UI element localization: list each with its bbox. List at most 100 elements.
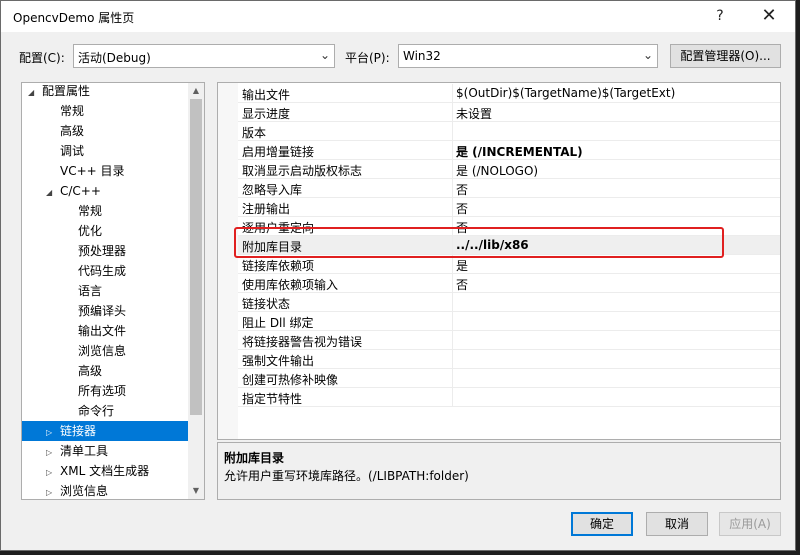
column-divider [452,312,453,331]
collapse-arrow-icon[interactable]: ◢ [46,183,60,203]
property-name: 启用增量链接 [242,145,315,159]
property-name: 使用库依赖项输入 [242,278,339,292]
tree-item-label: 浏览信息 [78,344,127,358]
column-divider [452,198,453,217]
property-name: 版本 [242,126,267,140]
property-row[interactable]: 输出文件 $(OutDir)$(TargetName)$(TargetExt) [238,84,780,103]
tree-item-label: 输出文件 [78,324,127,338]
chevron-down-icon: ⌄ [642,48,653,62]
expand-arrow-icon[interactable]: ▷ [46,443,60,463]
property-row[interactable]: 指定节特性 [238,388,780,407]
window-title: OpencvDemo 属性页 [13,11,135,25]
property-name: 创建可热修补映像 [242,373,339,387]
property-value[interactable]: 未设置 [456,105,492,122]
scroll-down-icon[interactable]: ▼ [188,483,204,499]
expand-arrow-icon[interactable]: ▷ [46,483,60,499]
tree-item[interactable]: ▷ 清单工具 [22,441,188,461]
platform-dropdown[interactable]: Win32 ⌄ [398,44,658,68]
tree-item-label: 常规 [78,204,103,218]
apply-button[interactable]: 应用(A) [719,512,781,536]
property-grid: 输出文件 $(OutDir)$(TargetName)$(TargetExt) 显示… [217,82,781,440]
property-value[interactable]: 是 (/INCREMENTAL) [456,143,583,160]
config-dropdown[interactable]: 活动(Debug) ⌄ [73,44,335,68]
tree-item[interactable]: 常规 [22,101,188,121]
tree-item-label: 语言 [78,284,103,298]
tree-item[interactable]: 浏览信息 [22,341,188,361]
property-value[interactable]: $(OutDir)$(TargetName)$(TargetExt) [456,86,675,100]
tree-item-label: 清单工具 [60,444,109,458]
property-row[interactable]: 取消显示启动版权标志 是 (/NOLOGO) [238,160,780,179]
property-row[interactable]: 创建可热修补映像 [238,369,780,388]
property-row[interactable]: 将链接器警告视为错误 [238,331,780,350]
column-divider [452,103,453,122]
tree-item[interactable]: 高级 [22,121,188,141]
collapse-arrow-icon[interactable]: ◢ [28,83,42,103]
description-panel: 附加库目录 允许用户重写环境库路径。(/LIBPATH:folder) [217,442,781,500]
property-name: 注册输出 [242,202,291,216]
column-divider [452,84,453,103]
property-tree: ◢ 配置属性 常规 高级 调试 VC++ 目录 ◢ C/C++ 常规 优化 预处理器 代码生成 语言 预编… [21,82,205,500]
property-row[interactable]: 启用增量链接 是 (/INCREMENTAL) [238,141,780,160]
tree-item-label: C/C++ [60,184,101,198]
tree-item-label: 链接器 [60,424,97,438]
expand-arrow-icon[interactable]: ▷ [46,423,60,443]
property-row[interactable]: 显示进度 未设置 [238,103,780,122]
column-divider [452,179,453,198]
property-row[interactable]: 忽略导入库 否 [238,179,780,198]
tree-item[interactable]: 优化 [22,221,188,241]
grid-gutter [218,83,238,439]
property-value[interactable]: 否 [456,276,468,293]
property-value[interactable]: 否 [456,181,468,198]
tree-item[interactable]: 输出文件 [22,321,188,341]
property-row[interactable]: 使用库依赖项输入 否 [238,274,780,293]
property-row[interactable]: 版本 [238,122,780,141]
tree-item[interactable]: 常规 [22,201,188,221]
property-row[interactable]: 强制文件输出 [238,350,780,369]
tree-item[interactable]: 高级 [22,361,188,381]
scrollbar-thumb[interactable] [190,99,202,415]
tree-item[interactable]: ▷ 浏览信息 [22,481,188,499]
tree-item[interactable]: 预处理器 [22,241,188,261]
scroll-up-icon[interactable]: ▲ [188,83,204,99]
tree-item-label: 配置属性 [42,84,91,98]
tree-item[interactable]: ▷ XML 文档生成器 [22,461,188,481]
tree-item[interactable]: ◢ 配置属性 [22,83,188,103]
property-value[interactable]: 是 (/NOLOGO) [456,162,538,179]
column-divider [452,293,453,312]
ok-button[interactable]: 确定 [571,512,633,536]
property-row[interactable]: 阻止 Dll 绑定 [238,312,780,331]
description-title: 附加库目录 [224,451,285,465]
tree-item-label: 优化 [78,224,103,238]
cancel-button[interactable]: 取消 [646,512,708,536]
tree-item[interactable]: 预编译头 [22,301,188,321]
tree-item-label: VC++ 目录 [60,164,125,178]
tree-item-label: XML 文档生成器 [60,464,150,478]
tree-item-label: 预编译头 [78,304,127,318]
property-name: 阻止 Dll 绑定 [242,316,314,330]
property-name: 指定节特性 [242,392,303,406]
column-divider [452,388,453,407]
tree-item[interactable]: 代码生成 [22,261,188,281]
property-row[interactable]: 链接状态 [238,293,780,312]
expand-arrow-icon[interactable]: ▷ [46,463,60,483]
close-icon[interactable]: ✕ [756,5,782,27]
tree-item[interactable]: 调试 [22,141,188,161]
tree-scrollbar[interactable]: ▲ ▼ [188,83,204,499]
column-divider [452,350,453,369]
config-label: 配置(C): [19,51,65,65]
tree-item[interactable]: 命令行 [22,401,188,421]
tree-item[interactable]: 语言 [22,281,188,301]
tree-item[interactable]: 所有选项 [22,381,188,401]
tree-item[interactable]: ▷ 链接器 [22,421,188,441]
property-row[interactable]: 注册输出 否 [238,198,780,217]
tree-item[interactable]: VC++ 目录 [22,161,188,181]
property-value[interactable]: 否 [456,200,468,217]
property-name: 取消显示启动版权标志 [242,164,363,178]
property-value[interactable]: 是 [456,257,468,274]
property-name: 强制文件输出 [242,354,315,368]
config-manager-button[interactable]: 配置管理器(O)... [670,44,781,68]
help-icon[interactable]: ? [707,5,733,27]
column-divider [452,160,453,179]
property-name: 输出文件 [242,88,291,102]
tree-item[interactable]: ◢ C/C++ [22,181,188,201]
